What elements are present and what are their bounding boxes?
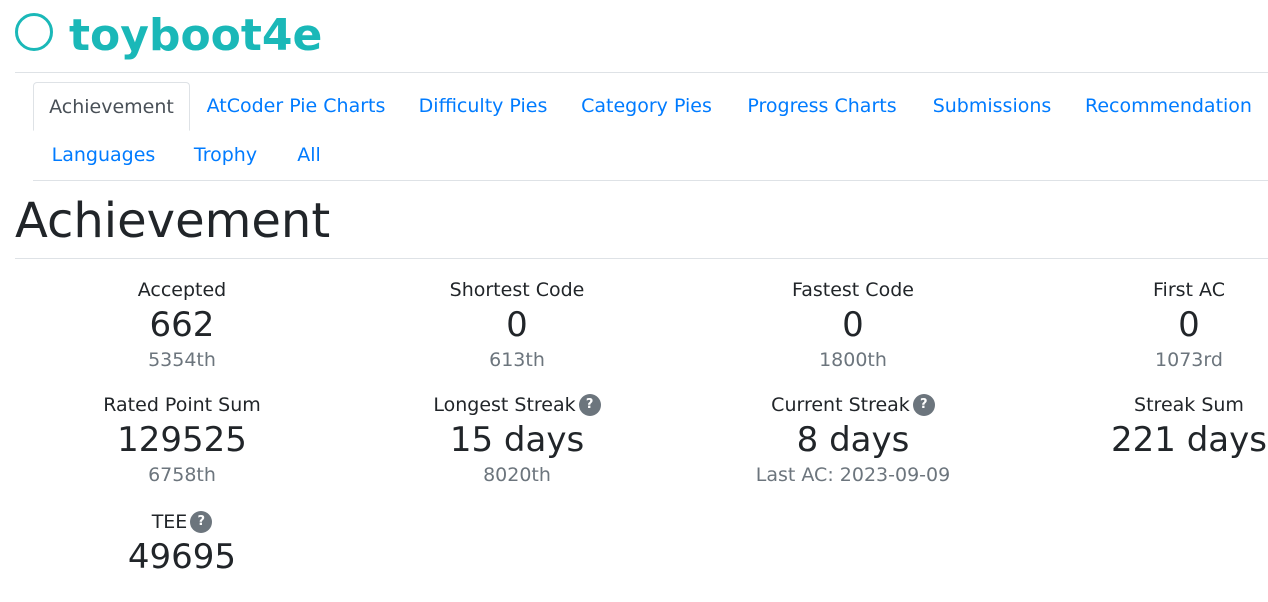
help-icon[interactable]: ? [912, 393, 935, 416]
stat-value: 129525 [117, 420, 247, 460]
tab-recommendation[interactable]: Recommendation [1069, 82, 1268, 131]
stat-longest-streak: Longest Streak? 15 days 8020th [367, 392, 667, 488]
stat-accepted: Accepted 662 5354th [32, 277, 332, 373]
stat-label: TEE [151, 511, 188, 533]
stat-label: Streak Sum [1134, 394, 1244, 416]
tab-trophy[interactable]: Trophy [174, 131, 277, 180]
tab-languages[interactable]: Languages [33, 131, 174, 180]
title-divider [15, 258, 1268, 259]
stat-value: 0 [842, 305, 864, 345]
tab-bar: Achievement AtCoder Pie Charts Difficult… [33, 82, 1268, 181]
stat-value: 662 [149, 305, 215, 345]
help-icon[interactable]: ? [578, 393, 601, 416]
stat-streak-sum: Streak Sum 221 days [1039, 392, 1268, 462]
page-title: Achievement [15, 193, 331, 249]
stat-label-row: Current Streak? [703, 392, 1003, 418]
stat-rank: 613th [489, 349, 545, 371]
stat-rated-point-sum: Rated Point Sum 129525 6758th [32, 392, 332, 488]
stat-last-ac: Last AC: 2023-09-09 [755, 464, 951, 486]
stat-label-row: TEE? [32, 509, 332, 535]
stat-current-streak: Current Streak? 8 days Last AC: 2023-09-… [703, 392, 1003, 488]
stat-label: First AC [1153, 279, 1225, 301]
stat-tee: TEE? 49695 [32, 509, 332, 579]
stat-value: 49695 [127, 537, 237, 577]
stat-rank: 1073rd [1155, 349, 1223, 371]
rating-circle-icon [15, 13, 53, 51]
stat-label: Rated Point Sum [103, 394, 261, 416]
stat-label: Accepted [137, 279, 227, 301]
stat-label: Shortest Code [449, 279, 585, 301]
stat-label: Fastest Code [792, 279, 914, 301]
stat-first-ac: First AC 0 1073rd [1039, 277, 1268, 373]
stat-rank: 8020th [483, 464, 551, 486]
stat-label: Longest Streak [433, 394, 576, 416]
tab-achievement[interactable]: Achievement [33, 82, 190, 131]
help-icon[interactable]: ? [190, 510, 213, 533]
tab-atcoder-pie-charts[interactable]: AtCoder Pie Charts [190, 82, 402, 131]
stat-rank: 1800th [819, 349, 887, 371]
tab-category-pies[interactable]: Category Pies [564, 82, 729, 131]
tab-all[interactable]: All [277, 131, 341, 180]
header-divider [15, 72, 1268, 73]
stat-value: 221 days [1111, 420, 1267, 460]
stat-rank: 5354th [148, 349, 216, 371]
tab-submissions[interactable]: Submissions [915, 82, 1069, 131]
username-link[interactable]: toyboot4e [69, 8, 322, 64]
stat-fastest-code: Fastest Code 0 1800th [703, 277, 1003, 373]
stat-value: 0 [1178, 305, 1200, 345]
stat-label-row: Longest Streak? [367, 392, 667, 418]
user-header: toyboot4e [15, 8, 322, 64]
stat-label: Current Streak [771, 394, 910, 416]
stat-rank: 6758th [148, 464, 216, 486]
stat-value: 15 days [449, 420, 585, 460]
stat-value: 0 [506, 305, 528, 345]
tab-progress-charts[interactable]: Progress Charts [729, 82, 915, 131]
stat-value: 8 days [796, 420, 910, 460]
tab-difficulty-pies[interactable]: Difficulty Pies [402, 82, 564, 131]
stat-shortest-code: Shortest Code 0 613th [367, 277, 667, 373]
